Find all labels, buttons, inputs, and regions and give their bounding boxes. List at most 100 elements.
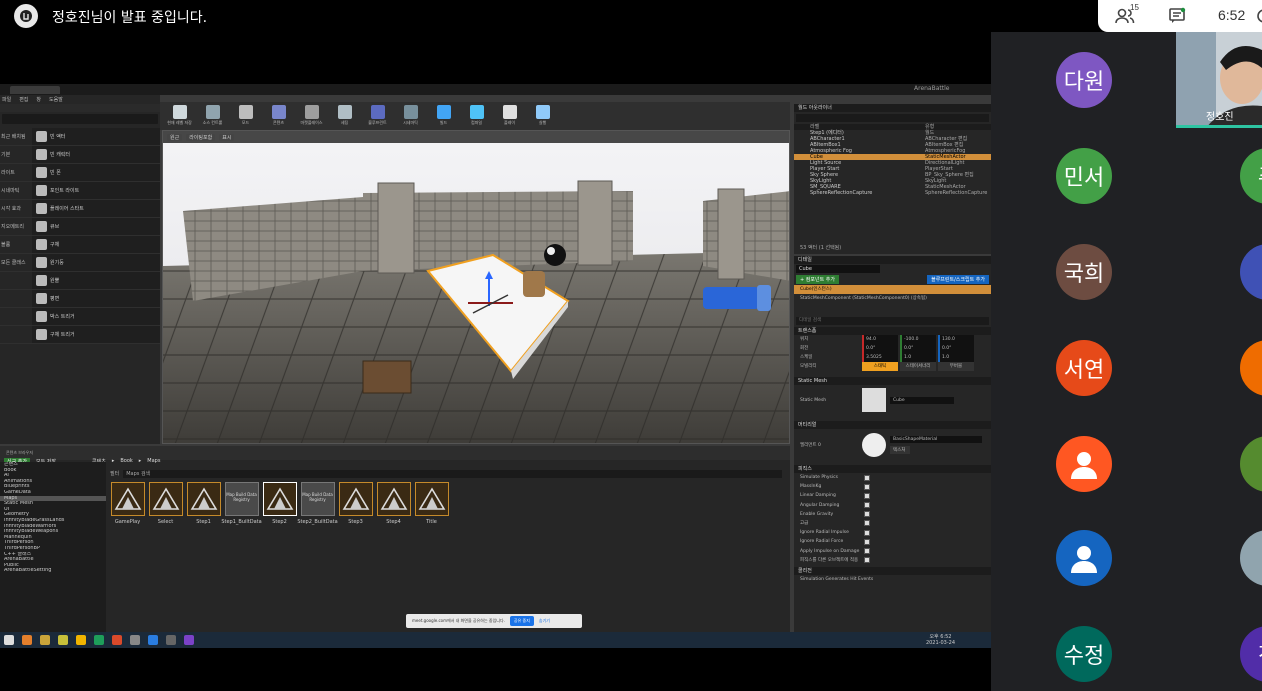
mobility-option[interactable]: 무버블 xyxy=(938,362,974,371)
participant-avatar[interactable] xyxy=(1240,244,1262,300)
toolbar-button[interactable]: 실행 xyxy=(529,102,556,130)
transform-value-field[interactable]: 3.5025 xyxy=(862,353,898,362)
toolbar-button[interactable]: 컴파일 xyxy=(463,102,490,130)
app-blue-icon[interactable] xyxy=(148,635,158,645)
asset-tile[interactable]: GamePlay xyxy=(110,482,145,542)
asset-tile[interactable]: Title xyxy=(414,482,449,542)
participant-avatar[interactable] xyxy=(1240,436,1262,492)
menu-edit[interactable]: 편집 xyxy=(19,96,28,103)
transform-header[interactable]: 트랜스폼 xyxy=(794,327,991,335)
place-item[interactable]: 원기둥 xyxy=(32,254,160,271)
place-item[interactable]: 구체 xyxy=(32,236,160,253)
place-category[interactable]: 시네마틱 xyxy=(0,187,32,194)
participant-avatar[interactable]: 수정 xyxy=(1056,626,1112,682)
physics-checkbox[interactable] xyxy=(864,502,870,509)
toolbar-button[interactable]: 플레이 xyxy=(496,102,523,130)
toolbar-button[interactable]: 현재 레벨 저장 xyxy=(166,102,193,130)
participant-avatar[interactable]: 진 xyxy=(1240,626,1262,682)
toolbar-button[interactable]: 콘텐츠 xyxy=(265,102,292,130)
physics-checkbox[interactable] xyxy=(864,474,870,481)
path-maps[interactable]: Maps xyxy=(147,458,160,464)
actor-name-field[interactable]: Cube xyxy=(796,265,880,273)
place-item[interactable]: 빈 액터 xyxy=(32,128,160,145)
level-viewport[interactable]: 원근 라이팅포함 표시 xyxy=(162,130,790,444)
place-item[interactable]: 큐브 xyxy=(32,218,160,235)
static-mesh-header[interactable]: Static Mesh xyxy=(794,377,991,385)
place-category[interactable]: 시각 효과 xyxy=(0,205,32,212)
transform-value-field[interactable]: 1.0 xyxy=(900,353,936,362)
asset-tile[interactable]: Step4 xyxy=(376,482,411,542)
toolbar-button[interactable]: 소스 컨트롤 xyxy=(199,102,226,130)
place-category[interactable]: 최근 배치됨 xyxy=(0,133,32,140)
material-dropdown[interactable]: BasicShapeMaterial xyxy=(890,436,982,443)
transform-value-field[interactable]: 1.0 xyxy=(938,353,974,362)
chrome-icon[interactable] xyxy=(22,635,32,645)
transform-value-field[interactable]: 130.0 xyxy=(938,335,974,344)
physics-checkbox[interactable] xyxy=(864,492,870,499)
stop-sharing-button[interactable]: 공유 중지 xyxy=(509,616,534,626)
viewport-scene[interactable] xyxy=(163,131,790,444)
self-video-tile[interactable]: 정호진 xyxy=(1176,32,1262,128)
details-tab[interactable]: 디테일 xyxy=(794,256,991,264)
texture-button[interactable]: 텍스처 xyxy=(890,446,910,454)
physics-checkbox[interactable] xyxy=(864,483,870,490)
toolbar-button[interactable]: 블루프린트 xyxy=(364,102,391,130)
participant-avatar[interactable]: 민서 xyxy=(1056,148,1112,204)
toolbar-button[interactable]: 마켓플레이스 xyxy=(298,102,325,130)
transform-value-field[interactable]: -100.0 xyxy=(900,335,936,344)
physics-checkbox[interactable] xyxy=(864,529,870,536)
app-icon[interactable] xyxy=(130,635,140,645)
menu-help[interactable]: 도움말 xyxy=(49,96,63,103)
participant-avatar[interactable] xyxy=(1240,530,1262,586)
place-search-input[interactable] xyxy=(2,114,158,124)
terminal-icon[interactable] xyxy=(94,635,104,645)
kakaotalk-icon[interactable] xyxy=(76,635,86,645)
chat-icon[interactable] xyxy=(1168,7,1186,25)
hide-notice-button[interactable]: 숨기기 xyxy=(539,618,550,624)
toolbar-button[interactable]: 빌드 xyxy=(430,102,457,130)
transform-value-field[interactable]: 94.0 xyxy=(862,335,898,344)
participant-avatar[interactable]: 서연 xyxy=(1056,340,1112,396)
participant-avatar[interactable]: 주 xyxy=(1240,148,1262,204)
place-item[interactable]: 빈 폰 xyxy=(32,164,160,181)
perspective-button[interactable]: 원근 xyxy=(167,133,183,141)
physics-checkbox[interactable] xyxy=(864,557,870,564)
visual-studio-icon[interactable] xyxy=(184,635,194,645)
asset-tile[interactable]: Step2 xyxy=(262,482,297,542)
asset-tile[interactable]: Step3 xyxy=(338,482,373,542)
participant-avatar[interactable] xyxy=(1240,340,1262,396)
details-search-input[interactable]: 디테일 검색 xyxy=(796,317,989,325)
physics-checkbox[interactable] xyxy=(864,520,870,527)
windows-start-icon[interactable] xyxy=(4,635,14,645)
asset-search-input[interactable]: Maps 검색 xyxy=(123,470,782,478)
mobility-option[interactable]: 스테이셔너리 xyxy=(900,362,936,371)
filter-button[interactable]: 필터 xyxy=(110,470,119,478)
transform-value-field[interactable]: 0.0° xyxy=(938,344,974,353)
place-category[interactable]: 볼륨 xyxy=(0,241,32,248)
toolbar-button[interactable]: 시네마틱 xyxy=(397,102,424,130)
place-item[interactable]: 원뿔 xyxy=(32,272,160,289)
level-tab[interactable] xyxy=(10,86,60,94)
place-item[interactable]: 플레이어 스타트 xyxy=(32,200,160,217)
toolbar-button[interactable]: 모드 xyxy=(232,102,259,130)
participant-avatar[interactable] xyxy=(1056,530,1112,586)
asset-tile[interactable]: Map Build Data Registry Step2_BuiltData xyxy=(297,482,338,542)
asset-tile[interactable]: Select xyxy=(148,482,183,542)
place-item[interactable]: 포인트 라이트 xyxy=(32,182,160,199)
firefox-icon[interactable] xyxy=(112,635,122,645)
toolbar-button[interactable]: 세팅 xyxy=(331,102,358,130)
add-component-button[interactable]: + 컴포넌트 추가 xyxy=(796,275,839,284)
unreal-taskbar-icon[interactable] xyxy=(166,635,176,645)
more-icon[interactable] xyxy=(1256,6,1262,26)
physics-header[interactable]: 피직스 xyxy=(794,465,991,473)
menu-window[interactable]: 창 xyxy=(36,96,41,103)
static-mesh-dropdown[interactable]: Cube xyxy=(890,396,954,404)
show-button[interactable]: 표시 xyxy=(219,133,235,141)
place-item[interactable]: 구체 트리거 xyxy=(32,326,160,343)
materials-header[interactable]: 머티리얼 xyxy=(794,421,991,429)
folder-tree-item[interactable]: ArenaBattleSetting xyxy=(0,568,106,574)
instance-row[interactable]: Cube(인스턴스) xyxy=(794,285,991,294)
asset-tile[interactable]: Map Build Data Registry Step1_BuiltData xyxy=(221,482,262,542)
sticky-notes-icon[interactable] xyxy=(58,635,68,645)
place-category[interactable]: 모든 클래스 xyxy=(0,259,32,266)
